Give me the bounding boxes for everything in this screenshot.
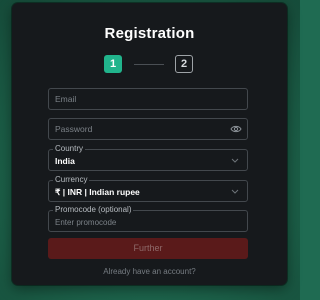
login-link[interactable]: Already have an account? [12,267,287,276]
currency-value: ₹ | INR | Indian rupee [55,187,140,197]
further-button[interactable]: Further [48,238,248,259]
email-placeholder: Email [55,94,77,104]
country-value: India [55,156,75,166]
step-2-indicator: 2 [175,55,193,73]
email-field[interactable]: Email [48,88,248,110]
modal-title: Registration [104,25,195,42]
country-select[interactable]: Country India [48,144,248,171]
chevron-down-icon [231,158,239,163]
currency-label: Currency [53,175,90,184]
step-1-indicator: 1 [104,55,122,73]
promocode-label: Promocode (optional) [53,205,134,214]
promocode-placeholder: Enter promocode [55,218,117,227]
password-field[interactable]: Password [48,118,248,140]
promocode-field[interactable]: Promocode (optional) Enter promocode [48,205,248,232]
country-label: Country [53,144,86,153]
currency-select[interactable]: Currency ₹ | INR | Indian rupee [48,175,248,202]
registration-modal: Registration 1 2 Email Password Country … [12,3,287,285]
step-connector [134,64,164,65]
eye-icon[interactable] [230,124,242,134]
chevron-down-icon [231,189,239,194]
password-placeholder: Password [55,124,93,134]
